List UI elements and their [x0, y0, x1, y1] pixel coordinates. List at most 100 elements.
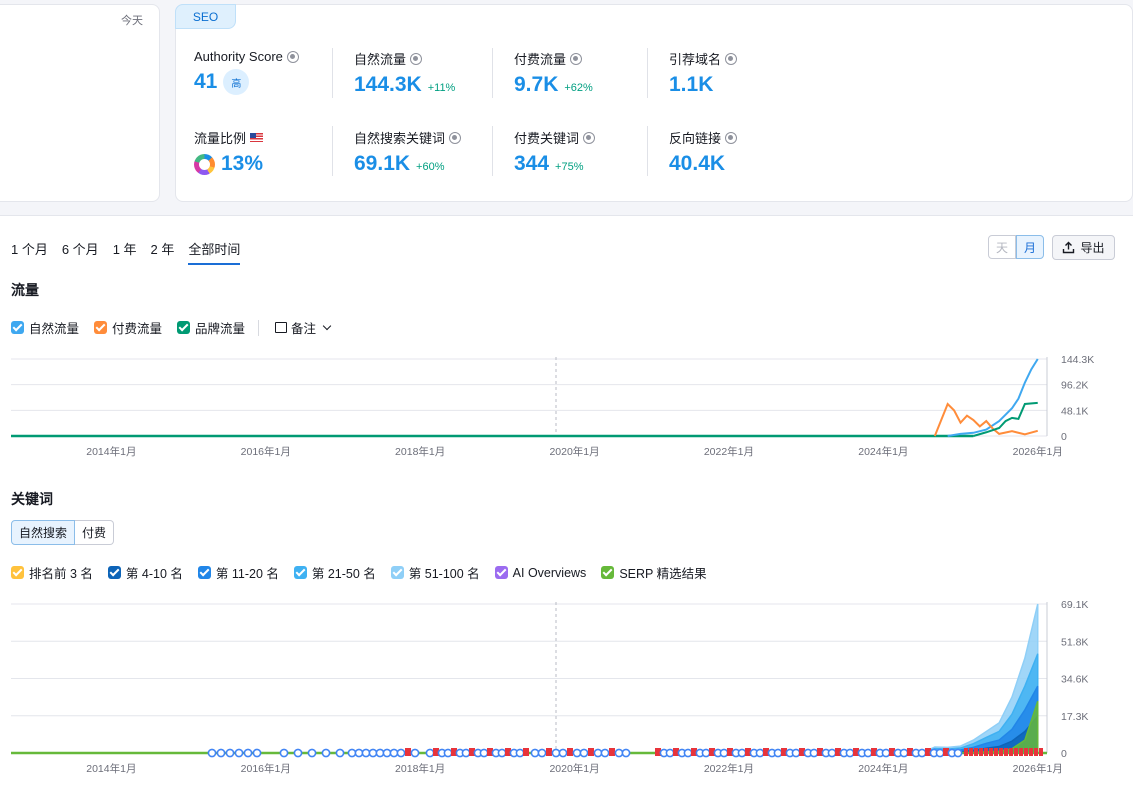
update-marker-flag[interactable]: [994, 748, 998, 756]
legend-item[interactable]: 第 21-50 名: [293, 563, 376, 582]
day-toggle[interactable]: 天: [988, 235, 1016, 259]
update-marker-flag[interactable]: [1034, 748, 1038, 756]
checkbox-icon[interactable]: [94, 321, 108, 334]
google-update-icon[interactable]: [243, 748, 253, 758]
google-update-icon[interactable]: [572, 748, 582, 758]
google-update-icon[interactable]: [737, 748, 747, 758]
legend-item[interactable]: 自然流量: [11, 318, 79, 337]
checkbox-icon[interactable]: [11, 321, 24, 334]
update-marker-flag[interactable]: [969, 748, 973, 756]
checkbox-icon[interactable]: [177, 321, 191, 334]
google-update-icon[interactable]: [425, 748, 435, 758]
update-marker-flag[interactable]: [546, 748, 552, 756]
google-update-icon[interactable]: [935, 748, 945, 758]
authority-score-value[interactable]: 41: [194, 70, 217, 94]
legend-item[interactable]: 排名前 3 名: [11, 563, 93, 582]
update-marker-flag[interactable]: [1019, 748, 1023, 756]
google-update-icon[interactable]: [382, 748, 392, 758]
google-update-icon[interactable]: [461, 748, 471, 758]
period-4[interactable]: 全部时间: [188, 239, 241, 265]
update-marker-flag[interactable]: [989, 748, 993, 756]
google-update-icon[interactable]: [863, 748, 873, 758]
organic-traffic-value[interactable]: 144.3K: [354, 73, 422, 97]
google-update-icon[interactable]: [579, 748, 589, 758]
update-marker-flag[interactable]: [588, 748, 594, 756]
keywords-chart[interactable]: 0 17.3K 34.6K 51.8K 69.1K 2014年1月 2016年1月 2018年…: [0, 596, 1133, 781]
notes-dropdown[interactable]: 备注: [275, 318, 332, 337]
info-globe-icon[interactable]: [570, 52, 583, 65]
update-marker-flag[interactable]: [567, 748, 573, 756]
period-3[interactable]: 2 年: [151, 239, 175, 265]
ref-domains-value[interactable]: 1.1K: [669, 73, 713, 97]
checkbox-icon[interactable]: [11, 566, 24, 579]
google-update-icon[interactable]: [515, 748, 525, 758]
update-marker-flag[interactable]: [1014, 748, 1018, 756]
update-marker-flag[interactable]: [1009, 748, 1013, 756]
legend-item[interactable]: SERP 精选结果: [601, 563, 707, 582]
checkbox-icon[interactable]: [390, 566, 404, 579]
organic-search-tab[interactable]: 自然搜索: [11, 520, 76, 545]
google-update-icon[interactable]: [558, 748, 568, 758]
google-update-icon[interactable]: [389, 748, 399, 758]
update-marker-flag[interactable]: [609, 748, 615, 756]
legend-item[interactable]: AI Overviews: [494, 566, 586, 580]
google-update-icon[interactable]: [621, 748, 631, 758]
backlinks-value[interactable]: 40.4K: [669, 152, 725, 176]
paid-tab[interactable]: 付费: [75, 520, 115, 545]
legend-item[interactable]: 品牌流量: [177, 318, 245, 337]
google-update-icon[interactable]: [216, 748, 226, 758]
google-update-icon[interactable]: [773, 748, 783, 758]
update-marker-flag[interactable]: [1029, 748, 1033, 756]
update-marker-flag[interactable]: [964, 748, 968, 756]
info-globe-icon[interactable]: [449, 131, 462, 144]
google-update-icon[interactable]: [279, 748, 289, 758]
google-update-icon[interactable]: [234, 748, 244, 758]
traffic-chart[interactable]: 0 48.1K 96.2K 144.3K 2014年1月 2016年1月 2018年1月 20…: [0, 348, 1133, 466]
info-globe-icon[interactable]: [725, 52, 738, 65]
google-update-icon[interactable]: [719, 748, 729, 758]
google-update-icon[interactable]: [917, 748, 927, 758]
checkbox-icon[interactable]: [494, 566, 508, 579]
info-globe-icon[interactable]: [410, 52, 423, 65]
update-marker-flag[interactable]: [999, 748, 1003, 756]
period-1[interactable]: 6 个月: [62, 239, 99, 265]
update-marker-flag[interactable]: [405, 748, 411, 756]
seo-tab[interactable]: SEO: [175, 4, 236, 29]
google-update-icon[interactable]: [665, 748, 675, 758]
google-update-icon[interactable]: [293, 748, 303, 758]
google-update-icon[interactable]: [530, 748, 540, 758]
google-update-icon[interactable]: [347, 748, 357, 758]
google-update-icon[interactable]: [809, 748, 819, 758]
google-update-icon[interactable]: [335, 748, 345, 758]
update-marker-flag[interactable]: [979, 748, 983, 756]
export-button[interactable]: 导出: [1052, 235, 1115, 260]
google-update-icon[interactable]: [827, 748, 837, 758]
paid-traffic-value[interactable]: 9.7K: [514, 73, 558, 97]
update-marker-flag[interactable]: [1024, 748, 1028, 756]
google-update-icon[interactable]: [375, 748, 385, 758]
checkbox-icon[interactable]: [293, 566, 307, 579]
google-update-icon[interactable]: [354, 748, 364, 758]
info-globe-icon[interactable]: [725, 131, 738, 144]
update-marker-flag[interactable]: [1004, 748, 1008, 756]
google-update-icon[interactable]: [683, 748, 693, 758]
paid-keywords-value[interactable]: 344: [514, 152, 549, 176]
google-update-icon[interactable]: [307, 748, 317, 758]
google-update-icon[interactable]: [207, 748, 217, 758]
google-update-icon[interactable]: [899, 748, 909, 758]
google-update-icon[interactable]: [497, 748, 507, 758]
google-update-icon[interactable]: [600, 748, 610, 758]
update-marker-flag[interactable]: [984, 748, 988, 756]
legend-item[interactable]: 第 4-10 名: [107, 563, 183, 582]
google-update-icon[interactable]: [953, 748, 963, 758]
google-update-icon[interactable]: [593, 748, 603, 758]
update-marker-flag[interactable]: [1039, 748, 1043, 756]
google-update-icon[interactable]: [845, 748, 855, 758]
info-globe-icon[interactable]: [286, 50, 299, 63]
google-update-icon[interactable]: [361, 748, 371, 758]
google-update-icon[interactable]: [252, 748, 262, 758]
update-marker-flag[interactable]: [974, 748, 978, 756]
google-update-icon[interactable]: [755, 748, 765, 758]
google-update-icon[interactable]: [537, 748, 547, 758]
traffic-share-value[interactable]: 13%: [221, 152, 263, 176]
